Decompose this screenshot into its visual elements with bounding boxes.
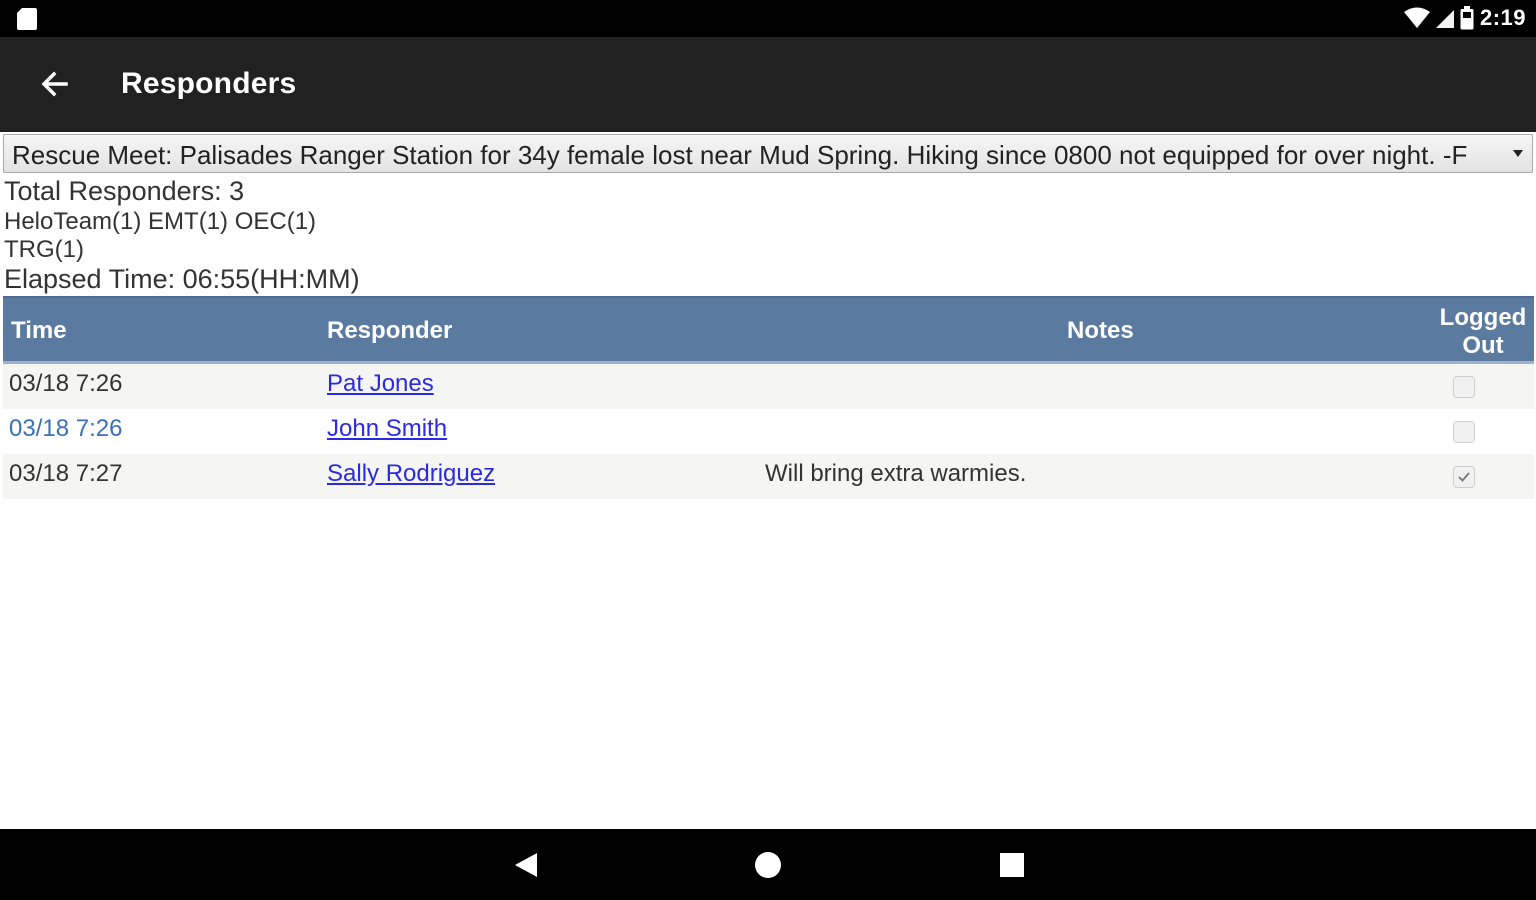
column-header-responder[interactable]: Responder [327, 317, 452, 345]
wifi-icon [1403, 7, 1430, 28]
responder-link[interactable]: Pat Jones [327, 370, 434, 398]
nav-back-icon[interactable] [510, 849, 542, 881]
responders-table: Time Responder Notes Logged Out 03/18 7:… [3, 296, 1534, 499]
responder-link[interactable]: John Smith [327, 415, 447, 443]
app-bar: Responders [0, 37, 1536, 132]
total-responders: Total Responders: 3 [4, 176, 245, 206]
navigation-bar [0, 829, 1536, 900]
logged-out-checkbox[interactable] [1453, 376, 1475, 398]
status-icons: 2:19 [1403, 4, 1526, 32]
logged-out-label-2: Out [1462, 332, 1504, 359]
team-counts-continued: TRG(1) [4, 236, 84, 263]
signal-icon [1435, 10, 1454, 28]
column-header-time[interactable]: Time [11, 317, 67, 345]
event-select[interactable]: Rescue Meet: Palisades Ranger Station fo… [3, 134, 1533, 173]
chevron-down-icon [1513, 150, 1523, 157]
table-row: 03/18 7:26 Pat Jones [3, 364, 1534, 409]
responder-link[interactable]: Sally Rodriguez [327, 460, 495, 488]
logged-out-checkbox[interactable] [1453, 466, 1475, 488]
clock: 2:19 [1479, 5, 1526, 30]
table-row: 03/18 7:26 John Smith [3, 409, 1534, 454]
battery-icon [1460, 6, 1474, 30]
team-counts: HeloTeam(1) EMT(1) OEC(1) [4, 208, 317, 235]
arrow-left-icon[interactable] [36, 65, 74, 103]
nav-recents-icon[interactable] [996, 849, 1028, 881]
status-bar: 2:19 [0, 0, 1536, 37]
table-row: 03/18 7:27 Sally Rodriguez Will bring ex… [3, 454, 1534, 499]
table-header: Time Responder Notes Logged Out [3, 296, 1534, 364]
check-icon [1458, 472, 1470, 482]
column-header-notes[interactable]: Notes [1067, 317, 1134, 345]
row-time: 03/18 7:26 [9, 415, 123, 442]
nav-home-icon[interactable] [752, 849, 784, 881]
elapsed-time: Elapsed Time: 06:55(HH:MM) [4, 264, 360, 294]
sd-card-icon [17, 8, 37, 30]
logged-out-checkbox[interactable] [1453, 421, 1475, 443]
logged-out-label-1: Logged [1439, 304, 1527, 331]
page-title: Responders [121, 67, 297, 100]
row-notes: Will bring extra warmies. [765, 460, 1027, 487]
row-time: 03/18 7:26 [9, 370, 123, 397]
column-header-logged-out[interactable]: Logged Out [1438, 304, 1528, 360]
event-select-value: Rescue Meet: Palisades Ranger Station fo… [12, 140, 1468, 170]
row-time: 03/18 7:27 [9, 460, 123, 487]
